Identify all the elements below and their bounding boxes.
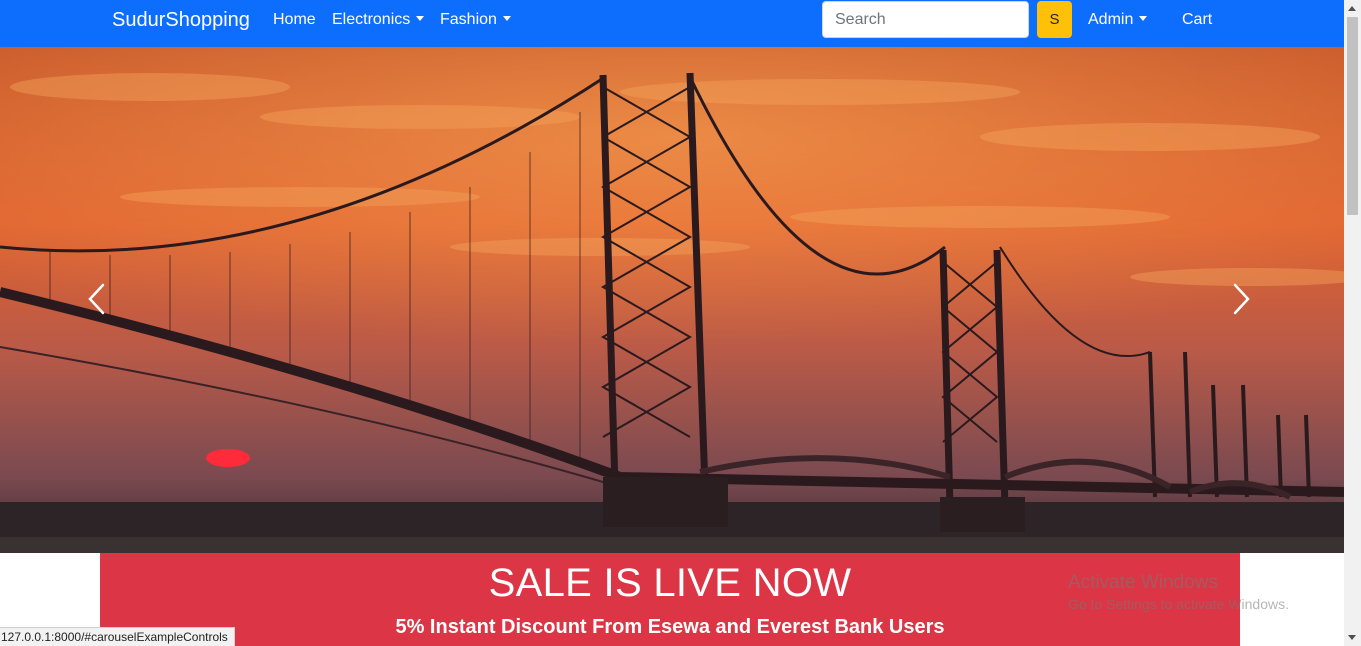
search-button[interactable]: S bbox=[1037, 1, 1072, 38]
scroll-up-arrow-icon[interactable] bbox=[1348, 6, 1356, 11]
nav-electronics-dropdown[interactable]: Electronics bbox=[332, 11, 425, 29]
carousel-slide-image bbox=[0, 47, 1344, 553]
nav-fashion-dropdown[interactable]: Fashion bbox=[440, 11, 511, 29]
caret-down-icon bbox=[1139, 16, 1148, 21]
chevron-left-icon bbox=[88, 283, 105, 315]
nav-admin-dropdown[interactable]: Admin bbox=[1088, 11, 1148, 29]
carousel-prev-button[interactable] bbox=[76, 277, 116, 321]
caret-down-icon bbox=[502, 16, 511, 21]
navbar: SudurShopping Home Electronics Fashion S… bbox=[0, 0, 1344, 47]
chevron-right-icon bbox=[1233, 283, 1250, 315]
nav-admin-label: Admin bbox=[1088, 11, 1134, 28]
search-input[interactable] bbox=[822, 1, 1029, 38]
activate-windows-subtitle: Go to Settings to activate Windows. bbox=[1068, 596, 1289, 612]
scrollbar-thumb[interactable] bbox=[1347, 17, 1358, 215]
caret-down-icon bbox=[416, 16, 425, 21]
carousel bbox=[0, 47, 1344, 553]
status-bar-url: 127.0.0.1:8000/#carouselExampleControls bbox=[0, 627, 235, 646]
scrollbar[interactable] bbox=[1344, 0, 1361, 646]
nav-cart[interactable]: Cart bbox=[1182, 11, 1212, 29]
sale-subtitle: 5% Instant Discount From Esewa and Evere… bbox=[395, 616, 945, 638]
nav-fashion-label: Fashion bbox=[440, 11, 497, 28]
nav-home[interactable]: Home bbox=[273, 11, 316, 29]
carousel-next-button[interactable] bbox=[1222, 277, 1262, 321]
scroll-down-arrow-icon[interactable] bbox=[1348, 635, 1356, 640]
brand-link[interactable]: SudurShopping bbox=[112, 9, 250, 32]
nav-electronics-label: Electronics bbox=[332, 11, 411, 28]
activate-windows-title: Activate Windows bbox=[1068, 572, 1218, 593]
